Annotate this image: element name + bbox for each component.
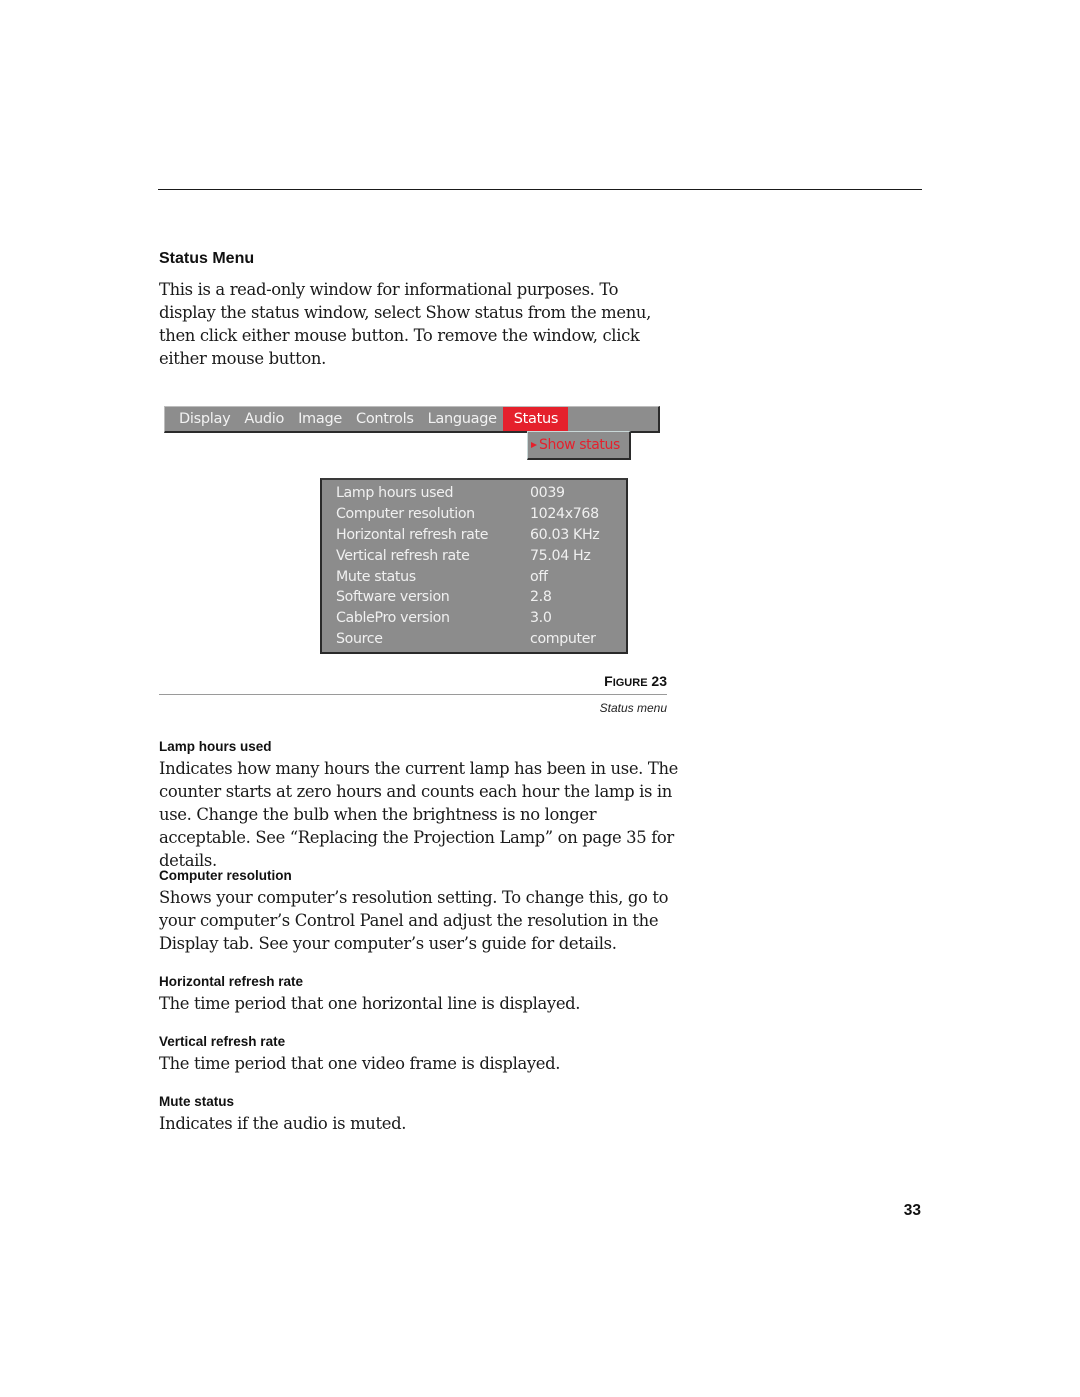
tab-controls[interactable]: Controls (342, 407, 414, 431)
tab-status[interactable]: Status (502, 407, 569, 431)
desc-title-vertical-refresh: Vertical refresh rate (159, 1034, 286, 1049)
status-row: Vertical refresh rate 75.04 Hz (322, 545, 626, 566)
desc-text-lamp-hours: Indicates how many hours the current lam… (159, 759, 679, 870)
status-label: Horizontal refresh rate (336, 526, 489, 543)
menu-bar: Display Audio Image Controls Language St… (164, 406, 660, 433)
page-number: 33 (903, 1202, 921, 1219)
status-value: 0039 (530, 485, 565, 502)
status-label: Software version (336, 589, 450, 606)
tab-display[interactable]: Display (165, 407, 231, 431)
status-label: CablePro version (336, 610, 450, 627)
status-dropdown: Show status (527, 431, 631, 460)
show-status-menu-item[interactable]: Show status (528, 437, 620, 453)
desc-title-lamp-hours: Lamp hours used (159, 739, 272, 754)
desc-title-mute-status: Mute status (159, 1094, 235, 1109)
status-value: computer (530, 630, 596, 647)
status-row: CablePro version 3.0 (322, 608, 626, 629)
status-row: Mute status off (322, 566, 626, 587)
status-value: 75.04 Hz (530, 547, 591, 564)
desc-text-horizontal-refresh: The time period that one horizontal line… (159, 994, 581, 1013)
desc-title-horizontal-refresh: Horizontal refresh rate (159, 974, 304, 989)
status-value: off (530, 568, 548, 585)
tab-language[interactable]: Language (414, 407, 497, 431)
desc-text-computer-resolution: Shows your computer’s resolution setting… (159, 888, 669, 953)
header-rule (158, 189, 922, 190)
desc-text-mute-status: Indicates if the audio is muted. (159, 1114, 407, 1133)
status-row: Software version 2.8 (322, 587, 626, 608)
desc-text-vertical-refresh: The time period that one video frame is … (159, 1054, 561, 1073)
intro-paragraph: This is a read-only window for informati… (159, 280, 651, 368)
status-value: 3.0 (530, 610, 552, 627)
status-value: 1024x768 (530, 506, 599, 523)
status-label: Source (336, 630, 383, 647)
status-row: Computer resolution 1024x768 (322, 504, 626, 525)
desc-title-computer-resolution: Computer resolution (159, 868, 292, 883)
status-row: Lamp hours used 0039 (322, 483, 626, 504)
status-row: Source computer (322, 629, 626, 650)
status-label: Lamp hours used (336, 485, 454, 502)
status-label: Vertical refresh rate (336, 547, 470, 564)
status-row: Horizontal refresh rate 60.03 KHz (322, 525, 626, 546)
figure-label-initial: F (604, 673, 613, 689)
figure-label: FIGURE 23 (604, 673, 667, 689)
figure-number: 23 (651, 673, 667, 689)
figure-caption: Status menu (599, 701, 667, 715)
pointer-triangle-icon (531, 442, 537, 448)
status-value: 60.03 KHz (530, 526, 600, 543)
status-label: Mute status (336, 568, 416, 585)
show-status-label: Show status (539, 437, 620, 453)
tab-image[interactable]: Image (284, 407, 342, 431)
status-label: Computer resolution (336, 506, 475, 523)
tab-audio[interactable]: Audio (230, 407, 284, 431)
status-value: 2.8 (530, 589, 552, 606)
figure-rule (159, 694, 667, 695)
status-window: Lamp hours used 0039 Computer resolution… (320, 478, 628, 654)
section-title: Status Menu (159, 250, 255, 267)
figure-label-rest: IGURE (612, 677, 648, 689)
